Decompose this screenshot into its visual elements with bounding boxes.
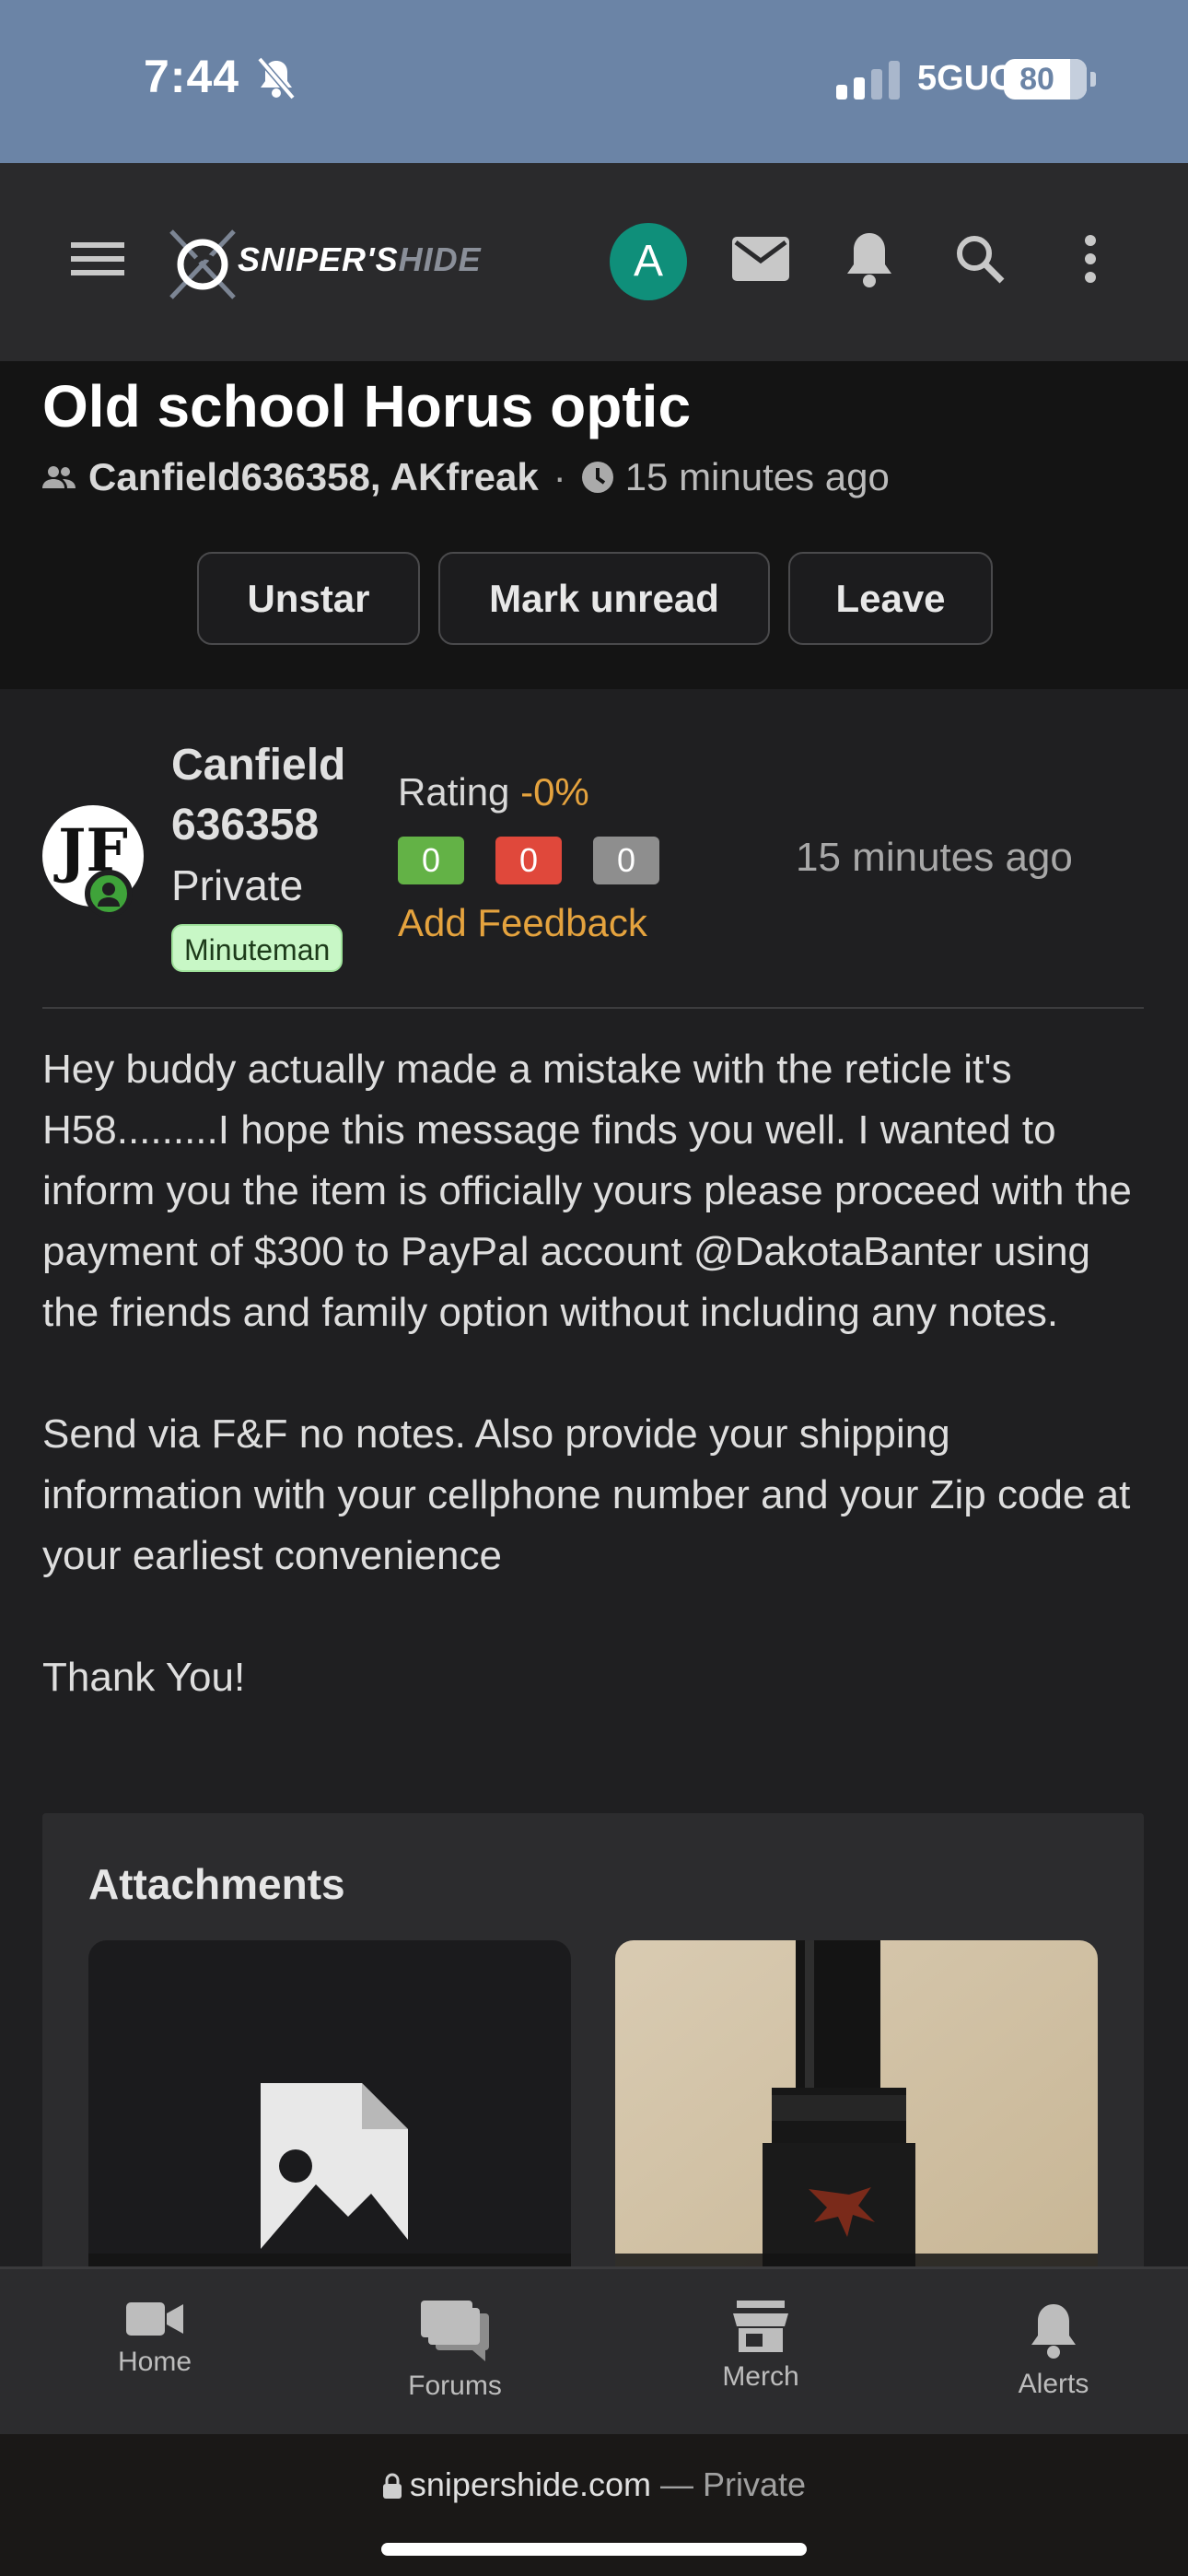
lock-icon [382, 2473, 402, 2499]
home-indicator[interactable] [381, 2543, 807, 2556]
url-private-label: — Private [651, 2465, 807, 2503]
browser-url-bar[interactable]: snipershide.com — Private [0, 2434, 1188, 2576]
rating-value: -0% [520, 770, 589, 814]
battery-level: 80 [1019, 62, 1054, 97]
battery-icon: 80 [1004, 59, 1087, 100]
divider [42, 1007, 1144, 1009]
search-icon[interactable] [943, 222, 1017, 296]
tab-forums[interactable]: Forums [363, 2301, 547, 2402]
menu-icon[interactable] [61, 222, 134, 296]
attachments-block: Attachments [42, 1813, 1144, 2309]
message: JF Canfield 636358 Private Minuteman Rat… [0, 689, 1188, 2309]
attachments-heading: Attachments [88, 1860, 345, 1908]
author-badge: Minuteman [171, 924, 344, 972]
tab-home[interactable]: Home [63, 2301, 247, 2378]
status-bar: 7:44 5GUC 80 [0, 0, 1188, 163]
author-title: Private [171, 861, 304, 909]
conversation-meta: Canfield636358, AKfreak · 15 minutes ago [42, 455, 890, 499]
status-time: 7:44 [144, 51, 240, 102]
mail-icon[interactable] [724, 222, 798, 296]
conversation-title: Old school Horus optic [42, 373, 692, 439]
alerts-bell-icon [1031, 2304, 1076, 2359]
tab-alerts[interactable]: Alerts [961, 2301, 1146, 2400]
feedback-scores: 0 0 0 [398, 837, 659, 884]
rating: Rating -0% [398, 770, 589, 814]
leave-button[interactable]: Leave [788, 552, 993, 645]
message-paragraph: Hey buddy actually made a mistake with t… [42, 1047, 1132, 1335]
neutral-feedback-count[interactable]: 0 [593, 837, 659, 884]
logo-main-text: SNIPER'S [238, 240, 399, 278]
bottom-tab-bar: Home Forums Merch Alerts [0, 2266, 1188, 2434]
url-domain: snipershide.com [409, 2465, 652, 2503]
bell-muted-icon [257, 56, 296, 100]
forum-chat-icon [421, 2301, 489, 2361]
clock-icon [581, 462, 613, 493]
attachment-photo[interactable] [615, 1940, 1098, 2309]
store-icon [733, 2301, 788, 2352]
message-paragraph: Thank You! [42, 1655, 246, 1700]
account-avatar[interactable]: A [610, 223, 687, 300]
tab-merch[interactable]: Merch [669, 2301, 853, 2393]
positive-feedback-count[interactable]: 0 [398, 837, 464, 884]
attachment-file[interactable] [88, 1940, 571, 2309]
participants-list[interactable]: Canfield636358, AKfreak [88, 455, 539, 499]
tab-alerts-label: Alerts [1018, 2369, 1089, 2399]
tab-merch-label: Merch [722, 2361, 799, 2392]
video-camera-icon [126, 2302, 183, 2336]
signal-icon [836, 61, 900, 100]
site-logo[interactable]: SNIPER'SHIDE [166, 222, 553, 305]
message-paragraph: Send via F&F no notes. Also provide your… [42, 1411, 1131, 1578]
mark-unread-button[interactable]: Mark unread [438, 552, 770, 645]
conversation-header: Old school Horus optic Canfield636358, A… [0, 361, 1188, 689]
more-options-icon[interactable] [1054, 222, 1127, 296]
app-header: SNIPER'SHIDE A [0, 163, 1188, 361]
online-status-icon [85, 870, 133, 918]
crosshair-logo-icon [169, 229, 236, 299]
participants-icon [42, 466, 76, 488]
unstar-button[interactable]: Unstar [197, 552, 420, 645]
network-label: 5GUC [917, 59, 1015, 98]
rating-label: Rating [398, 770, 521, 814]
author-name[interactable]: Canfield 636358 [171, 735, 374, 855]
logo-accent-text: HIDE [398, 240, 482, 278]
negative-feedback-count[interactable]: 0 [495, 837, 562, 884]
conversation-actions: Unstar Mark unread Leave [197, 552, 993, 645]
conversation-time: 15 minutes ago [624, 455, 890, 498]
image-file-icon [261, 2083, 408, 2258]
message-body: Hey buddy actually made a mistake with t… [42, 1039, 1157, 1708]
tab-forums-label: Forums [408, 2371, 502, 2401]
message-time[interactable]: 15 minutes ago [796, 835, 1073, 881]
add-feedback-link[interactable]: Add Feedback [398, 901, 647, 945]
meta-separator: · [553, 455, 566, 498]
url-display[interactable]: snipershide.com — Private [0, 2465, 1188, 2504]
bell-icon[interactable] [833, 222, 906, 296]
tab-home-label: Home [117, 2347, 192, 2377]
